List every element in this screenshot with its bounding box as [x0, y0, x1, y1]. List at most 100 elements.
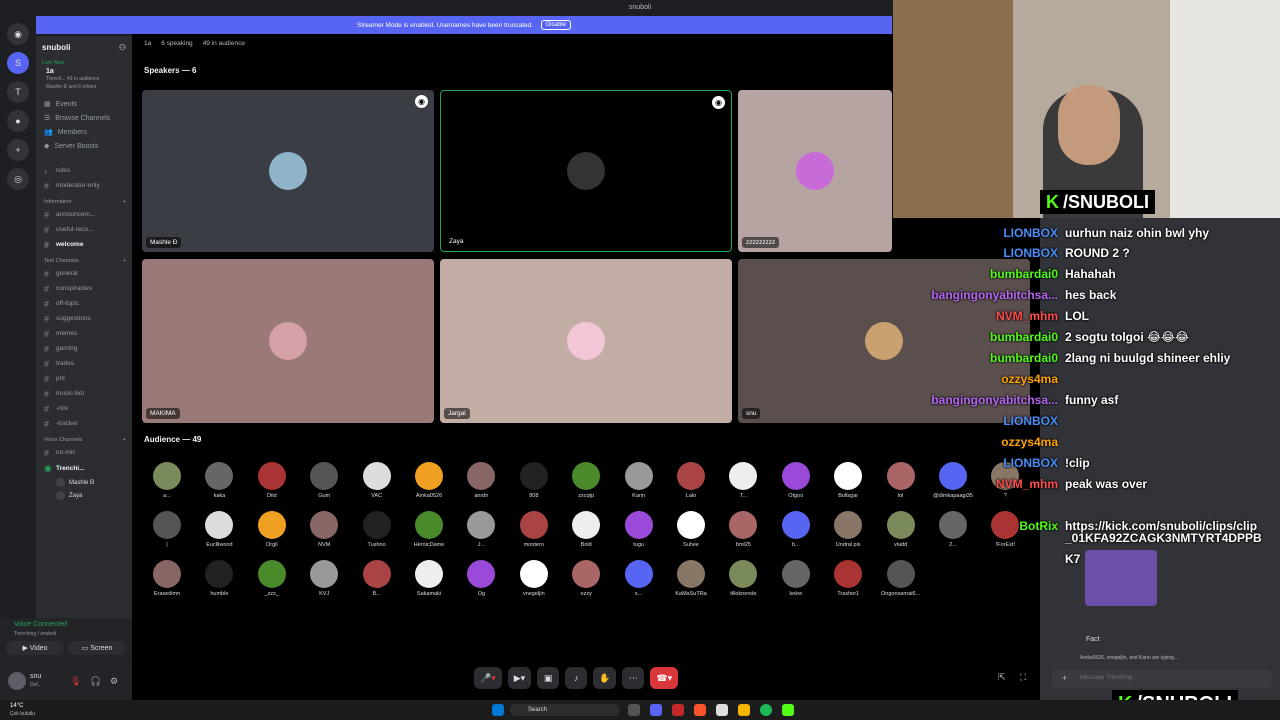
channel-6[interactable]: # trades [36, 356, 132, 371]
category-information[interactable]: Information + [36, 193, 132, 207]
audience-member[interactable]: NVM [298, 511, 350, 548]
add-channel-icon[interactable]: + [123, 199, 126, 205]
audience-member[interactable]: lol [875, 462, 927, 499]
audience-member[interactable]: kaka [193, 462, 245, 499]
audience-member[interactable]: zxcqtp [560, 462, 612, 499]
audience-member[interactable]: HeroicDame [403, 511, 455, 548]
raise-hand-button[interactable]: ✋ [593, 667, 617, 689]
speaker-tile[interactable]: ◉ Mashle Đ [142, 90, 434, 252]
discord-taskbar-icon[interactable] [650, 704, 662, 716]
add-channel-icon[interactable]: + [123, 437, 126, 443]
audience-member[interactable]: b... [770, 511, 822, 548]
opera-icon[interactable] [672, 704, 684, 716]
add-server-icon[interactable]: + [7, 139, 29, 161]
audience-member[interactable]: kekw [770, 560, 822, 597]
add-attachment-icon[interactable]: + [1062, 673, 1067, 683]
speaker-tile[interactable]: MAKIMA [142, 259, 434, 423]
live-stage-name[interactable]: 1a [36, 68, 132, 75]
audience-member[interactable]: Sakamaki [403, 560, 455, 597]
audience-member[interactable]: anrdn [455, 462, 507, 499]
headset-icon[interactable]: 🎧 [90, 676, 101, 687]
menu-browse-channels[interactable]: ☰ Browse Channels [36, 111, 132, 125]
channel-3[interactable]: # suggestions [36, 311, 132, 326]
audience-member[interactable]: bml25 [717, 511, 769, 548]
audience-member[interactable]: x... [613, 560, 665, 597]
video-button[interactable]: ▶ Video [6, 641, 64, 655]
audience-member[interactable]: @dimkapaagi35 [927, 462, 979, 499]
invite-icon[interactable]: ⚇ [119, 43, 126, 52]
audience-member[interactable]: ozzy [560, 560, 612, 597]
server-icon-3[interactable]: ● [7, 110, 29, 132]
channel-0[interactable]: # general [36, 266, 132, 281]
speaker-tile[interactable]: zzzzzzzzz [738, 90, 892, 252]
channel-no-mic[interactable]: # no-mic [36, 445, 132, 460]
menu-server-boosts[interactable]: ◆ Server Boosts [36, 139, 132, 153]
soundboard-button[interactable]: ♪ [565, 667, 588, 689]
audience-member[interactable]: Otgoo [770, 462, 822, 499]
weather-temp[interactable]: 14°C [10, 703, 23, 709]
audience-member[interactable]: KVJ [298, 560, 350, 597]
chat-input[interactable]: + Message Trenching [1052, 670, 1272, 688]
audience-member[interactable]: Erasedimn [141, 560, 193, 597]
audience-member[interactable]: Suhee [665, 511, 717, 548]
audience-member[interactable]: Karin [613, 462, 665, 499]
audience-member[interactable]: Ongonsarnai6... [875, 560, 927, 597]
voice-user[interactable]: Mashle Đ [36, 476, 132, 489]
server-header[interactable]: snuboli ⚇ [36, 36, 132, 58]
spotify-icon[interactable] [760, 704, 772, 716]
menu-members[interactable]: 👥 Members [36, 125, 132, 139]
channel-useful-resources[interactable]: # useful-reco... [36, 222, 132, 237]
settings-gear-icon[interactable]: ⚙ [110, 676, 118, 687]
channel-2[interactable]: # off-topic [36, 296, 132, 311]
audience-member[interactable]: Gum [298, 462, 350, 499]
audience-member[interactable]: 808 [508, 462, 560, 499]
fullscreen-icon[interactable]: ⛶ [1020, 672, 1026, 683]
windows-start-icon[interactable] [492, 704, 504, 716]
channel-9[interactable]: # -rick [36, 401, 132, 416]
audience-member[interactable]: Bullsgar [822, 462, 874, 499]
audience-member[interactable]: | [141, 511, 193, 548]
add-channel-icon[interactable]: + [123, 258, 126, 264]
avatar[interactable] [8, 672, 26, 690]
audience-member[interactable]: _zzz_ [246, 560, 298, 597]
audience-member[interactable]: Bold [560, 511, 612, 548]
audience-member[interactable]: VAC [351, 462, 403, 499]
leave-stage-button[interactable]: ☎▾ [650, 667, 679, 689]
discord-home-icon[interactable]: ◉ [7, 23, 29, 45]
server-icon-snuboli[interactable]: S [7, 52, 29, 74]
speaker-tile[interactable]: Jargal [440, 259, 732, 423]
channel-4[interactable]: # memes [36, 326, 132, 341]
channel-5[interactable]: # gaming [36, 341, 132, 356]
mute-icon[interactable]: 🎙 [70, 676, 81, 687]
channel-8[interactable]: # music-bot [36, 386, 132, 401]
audience-member[interactable]: humble [193, 560, 245, 597]
category-voice-channels[interactable]: Voice Channels + [36, 431, 132, 445]
audience-member[interactable]: Amka0526 [403, 462, 455, 499]
stage-channel-trenching[interactable]: ◉ Trenchi... [36, 460, 132, 476]
channel-announcements[interactable]: # announcem... [36, 207, 132, 222]
camera-toggle-button[interactable]: ▶▾ [507, 667, 532, 689]
audience-member[interactable]: Euclilwood [193, 511, 245, 548]
mic-toggle-button[interactable]: 🎤▾ [474, 667, 502, 689]
speaker-tile[interactable]: ◉ Zaya [440, 90, 732, 252]
taskbar-search[interactable]: Search [510, 704, 620, 716]
task-view-icon[interactable] [628, 704, 640, 716]
channel-welcome[interactable]: # welcome [36, 237, 132, 252]
audience-member[interactable]: Orgil [246, 511, 298, 548]
audience-member[interactable]: Tushno [351, 511, 403, 548]
audience-member[interactable]: vladd [875, 511, 927, 548]
voice-user[interactable]: Zaya [36, 489, 132, 502]
audience-member[interactable]: 2... [927, 511, 979, 548]
audience-member[interactable]: tugu [613, 511, 665, 548]
server-icon-t[interactable]: T [7, 81, 29, 103]
channel-rules[interactable]: › rules [36, 163, 132, 178]
audience-member[interactable]: Lalo [665, 462, 717, 499]
menu-events[interactable]: ▦ Events [36, 97, 132, 111]
kick-taskbar-icon[interactable] [782, 704, 794, 716]
audience-member[interactable]: B... [351, 560, 403, 597]
channel-1[interactable]: # conspiracies [36, 281, 132, 296]
brave-icon[interactable] [694, 704, 706, 716]
steam-icon[interactable] [716, 704, 728, 716]
audience-member[interactable]: Trasher1 [822, 560, 874, 597]
activity-button[interactable]: ▣ [537, 667, 560, 689]
